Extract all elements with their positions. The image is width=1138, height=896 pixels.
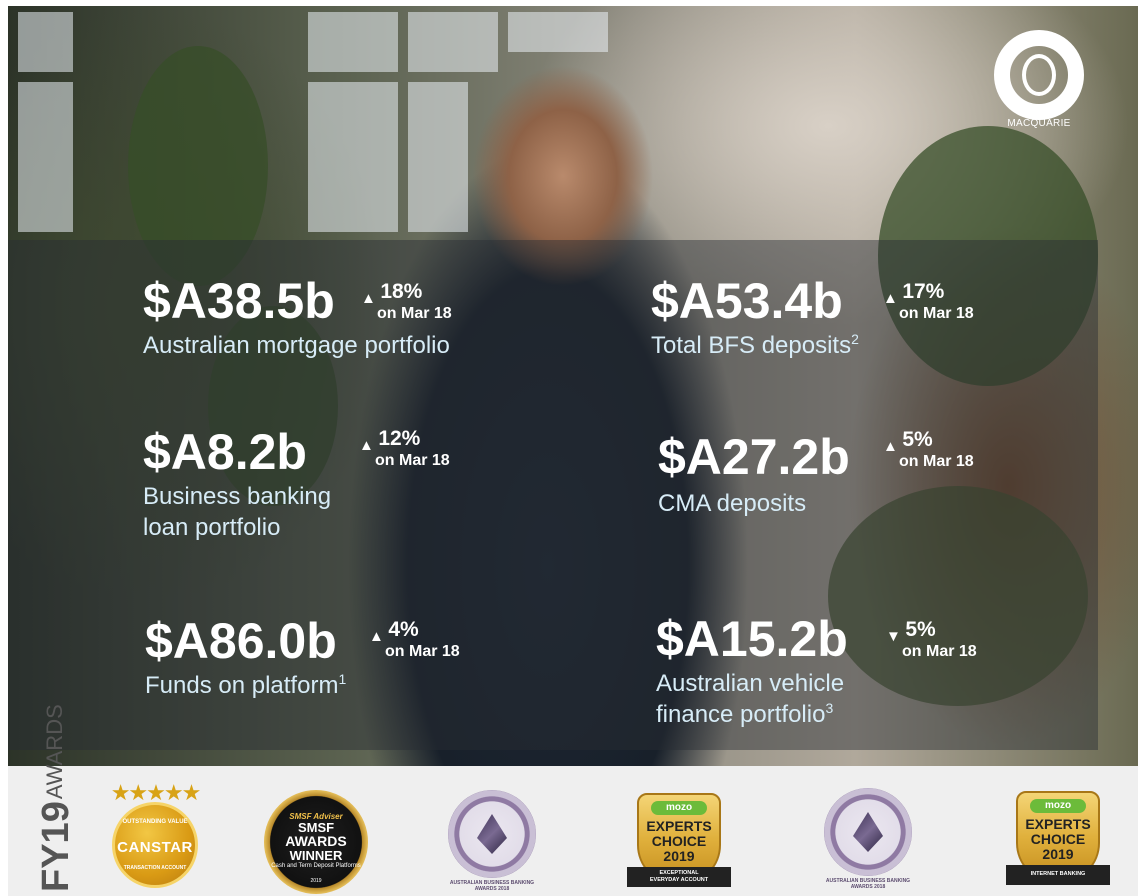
stat-change-period: on Mar 18 [899,305,974,322]
stat-label: CMA deposits [658,490,807,517]
stat-vehicle-finance: $A15.2b ▼ 5% on Mar 18 Australian vehicl… [656,611,977,730]
canstar-medal: OUTSTANDING VALUE CANSTAR TRANSACTION AC… [112,802,198,888]
canstar-award-badge: ★★★★★ OUTSTANDING VALUE CANSTAR TRANSACT… [100,780,210,892]
mozo-ribbon: INTERNET BANKING [1006,865,1110,885]
window-pane [18,82,73,232]
up-arrow-icon: ▲ [369,628,384,645]
stat-change: ▲ 17% on Mar 18 [883,280,974,323]
stat-business-banking: $A8.2b ▲ 12% on Mar 18 Business banking … [143,424,450,543]
window-pane [508,12,608,52]
business-banking-award-seal: AUSTRALIAN BUSINESS BANKING AWARDS 2018 [818,788,918,892]
business-banking-award-seal: AUSTRALIAN BUSINESS BANKING AWARDS 2018 [442,790,542,894]
macquarie-logo: MACQUARIE [994,30,1084,130]
stat-change: ▲ 4% on Mar 18 [369,618,460,661]
stat-value: $A27.2b [658,429,850,485]
stat-value: $A86.0b [145,613,337,669]
footnote-marker: 3 [825,700,834,717]
awards-heading: FY19 AWARDS [16,704,96,892]
footnote-marker: 1 [338,671,347,687]
stat-bfs-deposits: $A53.4b ▲ 17% on Mar 18 Total BFS deposi… [651,273,974,361]
awards-year: FY19 [35,801,77,892]
mozo-experts-choice-badge: mozo EXPERTS CHOICE 2019 EXCEPTIONAL EVE… [627,793,731,893]
stat-label: Total BFS deposits2 [651,331,859,359]
logo-wordmark: MACQUARIE [1007,118,1071,129]
stat-label: Funds on platform1 [145,671,347,699]
up-arrow-icon: ▲ [883,438,898,455]
window-pane [308,82,398,232]
stat-funds-on-platform: $A86.0b ▲ 4% on Mar 18 Funds on platform… [145,613,460,701]
stat-value: $A8.2b [143,424,307,480]
mozo-brand: mozo [1030,799,1086,813]
window-pane [408,82,468,232]
footnote-marker: 2 [851,331,859,347]
stat-label: Business banking loan portfolio [143,483,332,542]
stat-value: $A15.2b [656,611,848,667]
stat-change-period: on Mar 18 [902,643,977,660]
stat-change-percent: 18% [380,280,423,303]
up-arrow-icon: ▲ [883,290,898,307]
up-arrow-icon: ▲ [361,290,376,307]
stat-change: ▲ 18% on Mar 18 [361,280,452,323]
stat-change: ▼ 5% on Mar 18 [886,618,977,661]
stat-label: Australian vehicle finance portfolio3 [656,670,845,729]
stat-change-period: on Mar 18 [377,305,452,322]
window-pane [18,12,73,72]
stat-change-percent: 17% [902,280,945,303]
stat-change-percent: 4% [388,618,419,641]
stat-change-period: on Mar 18 [375,452,450,469]
awards-word: AWARDS [42,704,67,800]
down-arrow-icon: ▼ [886,628,901,645]
slide: MACQUARIE $A38.5b ▲ 18% on Mar 18 Austra… [0,0,1138,896]
stat-change-percent: 12% [378,427,421,450]
mozo-brand: mozo [651,801,707,815]
up-arrow-icon: ▲ [359,437,374,454]
smsf-award-badge: SMSF Adviser SMSF AWARDS WINNER Cash and… [262,790,370,894]
mozo-experts-choice-badge: mozo EXPERTS CHOICE 2019 INTERNET BANKIN… [1006,791,1110,891]
stat-change-period: on Mar 18 [899,453,974,470]
stat-value: $A53.4b [651,273,843,329]
stat-label: Australian mortgage portfolio [143,332,450,359]
window-pane [408,12,498,72]
stat-change: ▲ 12% on Mar 18 [359,427,450,470]
stat-change-percent: 5% [905,618,936,641]
stat-change: ▲ 5% on Mar 18 [883,428,974,471]
stat-change-percent: 5% [902,428,933,451]
mozo-ribbon: EXCEPTIONAL EVERYDAY ACCOUNT [627,867,731,887]
stat-mortgage: $A38.5b ▲ 18% on Mar 18 Australian mortg… [143,276,452,361]
window-pane [308,12,398,72]
seal-caption: AUSTRALIAN BUSINESS BANKING AWARDS 2018 [825,878,911,890]
stat-change-period: on Mar 18 [385,643,460,660]
stat-cma-deposits: $A27.2b ▲ 5% on Mar 18 CMA deposits [658,428,974,519]
logo-inner-icon [1022,54,1056,96]
seal-caption: AUSTRALIAN BUSINESS BANKING AWARDS 2018 [449,880,535,892]
